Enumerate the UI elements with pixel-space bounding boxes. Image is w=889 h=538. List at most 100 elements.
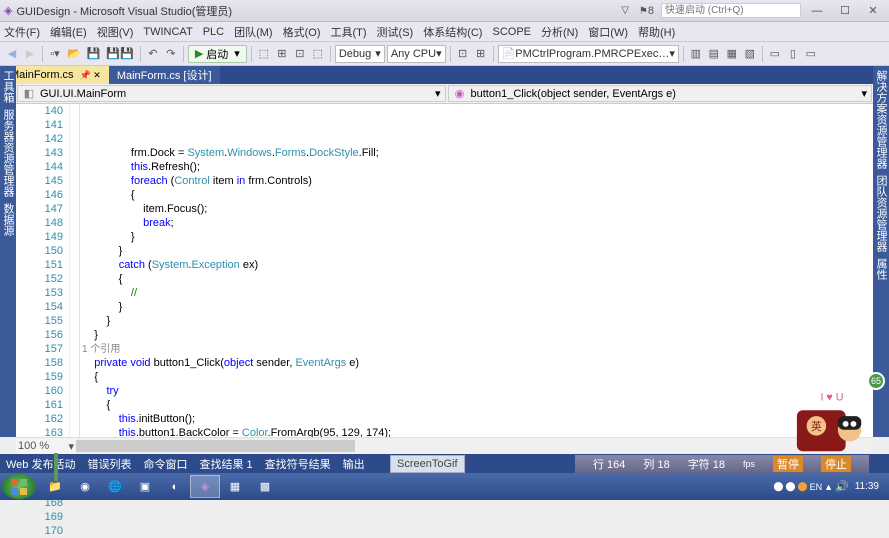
- align-icon-2[interactable]: ▤: [706, 44, 722, 64]
- minimize-button[interactable]: —: [805, 2, 829, 20]
- menu-analyze[interactable]: 分析(N): [541, 24, 578, 40]
- tray-icon[interactable]: EN: [810, 482, 823, 492]
- status-line: 行 164: [593, 456, 625, 472]
- save-icon[interactable]: 💾: [85, 44, 103, 64]
- bottom-cmd[interactable]: 命令窗口: [143, 456, 187, 472]
- tool-icon-5[interactable]: ⊡: [455, 44, 471, 64]
- bottom-output[interactable]: 输出: [343, 456, 365, 472]
- code-area[interactable]: frm.Dock = System.Windows.Forms.DockStyl…: [80, 104, 873, 437]
- start-button[interactable]: ▶启动▾: [188, 45, 247, 63]
- task-vs-icon[interactable]: ◈: [190, 475, 220, 498]
- task-browser-icon[interactable]: 🌐: [100, 475, 130, 498]
- maximize-button[interactable]: ☐: [833, 2, 857, 20]
- menu-scope[interactable]: SCOPE: [492, 26, 531, 38]
- bottom-errors[interactable]: 错误列表: [87, 456, 131, 472]
- tray-icon[interactable]: ⬤: [797, 481, 807, 492]
- tray-icon[interactable]: ⬤: [773, 481, 783, 492]
- task-app2-icon[interactable]: ◐: [160, 475, 190, 498]
- menu-twincat[interactable]: TWINCAT: [143, 26, 192, 38]
- layout-icon-2[interactable]: ▯: [785, 44, 801, 64]
- new-item-icon[interactable]: ▫▾: [47, 44, 63, 64]
- status-fps: fps: [743, 459, 755, 469]
- sidebar-item-toolbox[interactable]: 工具箱: [0, 70, 16, 103]
- change-mark: [54, 467, 58, 481]
- menu-window[interactable]: 窗口(W): [588, 24, 628, 40]
- status-pause[interactable]: 暂停: [773, 456, 803, 472]
- menu-edit[interactable]: 编辑(E): [50, 24, 87, 40]
- start-label: 启动: [206, 46, 228, 62]
- notif-down-icon[interactable]: ▽: [618, 5, 632, 16]
- save-all-icon[interactable]: 💾💾: [104, 44, 135, 64]
- platform-combo[interactable]: Any CPU▾: [387, 45, 446, 63]
- tab-mainform-design[interactable]: MainForm.cs [设计]: [109, 66, 220, 84]
- method-icon: ◉: [453, 87, 467, 101]
- redo-icon[interactable]: ↷: [163, 44, 179, 64]
- tool-icon-2[interactable]: ⊞: [274, 44, 290, 64]
- class-nav-combo[interactable]: ◧GUI.UI.MainForm▾: [17, 85, 446, 102]
- sidebar-item-data[interactable]: 数据源: [0, 203, 16, 236]
- align-icon-4[interactable]: ▧: [742, 44, 758, 64]
- fold-gutter[interactable]: [70, 104, 80, 437]
- sidebar-item-props[interactable]: 属性: [873, 258, 889, 280]
- task-app4-icon[interactable]: ▩: [250, 475, 280, 498]
- quick-launch-input[interactable]: [661, 3, 801, 18]
- target-combo[interactable]: 📄PMCtrlProgram.PMRCPExec…▾: [498, 45, 679, 63]
- layout-icon-3[interactable]: ▭: [803, 44, 819, 64]
- undo-icon[interactable]: ↶: [145, 44, 161, 64]
- menu-help[interactable]: 帮助(H): [638, 24, 675, 40]
- menubar: 文件(F) 编辑(E) 视图(V) TWINCAT PLC 团队(M) 格式(O…: [0, 22, 889, 42]
- menu-test[interactable]: 测试(S): [377, 24, 414, 40]
- sidebar-item-team[interactable]: 团队资源管理器: [873, 175, 889, 252]
- sidebar-left: 工具箱 服务器资源管理器 数据源: [0, 66, 16, 437]
- menu-arch[interactable]: 体系结构(C): [423, 24, 482, 40]
- task-chrome-icon[interactable]: ◉: [70, 475, 100, 498]
- open-icon[interactable]: 📂: [65, 44, 83, 64]
- navstrip: ◧GUI.UI.MainForm▾ ◉button1_Click(object …: [16, 84, 873, 104]
- zoom-combo[interactable]: 100 %▾: [16, 437, 76, 454]
- task-app1-icon[interactable]: ▣: [130, 475, 160, 498]
- menu-team[interactable]: 团队(M): [234, 24, 273, 40]
- menu-plc[interactable]: PLC: [203, 26, 224, 38]
- tray-icon[interactable]: ▲: [824, 482, 833, 492]
- task-app3-icon[interactable]: ▦: [220, 475, 250, 498]
- bottom-find1[interactable]: 查找结果 1: [199, 456, 252, 472]
- tool-icon-4[interactable]: ⬚: [310, 44, 326, 64]
- h-scroll-thumb[interactable]: [76, 440, 355, 452]
- menu-format[interactable]: 格式(O): [283, 24, 321, 40]
- menu-tools[interactable]: 工具(T): [330, 24, 366, 40]
- h-scrollbar[interactable]: [76, 437, 873, 454]
- tool-icon-1[interactable]: ⬚: [256, 44, 272, 64]
- screentogif-bar[interactable]: ScreenToGif: [390, 455, 465, 473]
- window-title: GUIDesign - Microsoft Visual Studio(管理员): [16, 3, 618, 19]
- config-combo[interactable]: Debug▾: [335, 45, 385, 63]
- nav-back-icon[interactable]: ◀: [4, 44, 20, 64]
- toolbar: ◀ ▶ ▫▾ 📂 💾 💾💾 ↶ ↷ ▶启动▾ ⬚ ⊞ ⊡ ⬚ Debug▾ An…: [0, 42, 889, 66]
- bottom-find2[interactable]: 查找符号结果: [265, 456, 331, 472]
- change-mark: [54, 453, 58, 467]
- layout-icon-1[interactable]: ▭: [767, 44, 783, 64]
- bottom-web[interactable]: Web 发布活动: [6, 456, 75, 472]
- align-icon-1[interactable]: ▥: [688, 44, 704, 64]
- clock[interactable]: 11:39: [851, 481, 883, 492]
- status-stop[interactable]: 停止: [821, 456, 851, 472]
- sidebar-item-server[interactable]: 服务器资源管理器: [0, 109, 16, 197]
- close-button[interactable]: ✕: [861, 2, 885, 20]
- tray-icon[interactable]: ⬤: [785, 481, 795, 492]
- class-icon: ◧: [22, 87, 36, 101]
- notif-flag-icon[interactable]: ⚑8: [636, 5, 657, 17]
- line-gutter: 1401411421431441451461471481491501511521…: [16, 104, 70, 437]
- align-icon-3[interactable]: ▦: [724, 44, 740, 64]
- taskbar: 📁 ◉ 🌐 ▣ ◐ ◈ ▦ ▩ ⬤ ⬤ ⬤ EN ▲ 🔊 11:39: [0, 473, 889, 500]
- tray-volume-icon[interactable]: 🔊: [835, 480, 849, 493]
- nav-fwd-icon[interactable]: ▶: [22, 44, 38, 64]
- tool-icon-3[interactable]: ⊡: [292, 44, 308, 64]
- tool-icon-6[interactable]: ⊞: [473, 44, 489, 64]
- member-nav-combo[interactable]: ◉button1_Click(object sender, EventArgs …: [448, 85, 873, 102]
- menu-view[interactable]: 视图(V): [97, 24, 134, 40]
- tab-mainform-cs[interactable]: MainForm.cs📌 ✕: [2, 66, 109, 84]
- sidebar-item-solution[interactable]: 解决方案资源管理器: [873, 70, 889, 169]
- menu-file[interactable]: 文件(F): [4, 24, 40, 40]
- start-button[interactable]: [2, 474, 36, 499]
- tabstrip: MainForm.cs📌 ✕ MainForm.cs [设计]: [0, 66, 889, 84]
- code-editor[interactable]: 1401411421431441451461471481491501511521…: [16, 104, 873, 437]
